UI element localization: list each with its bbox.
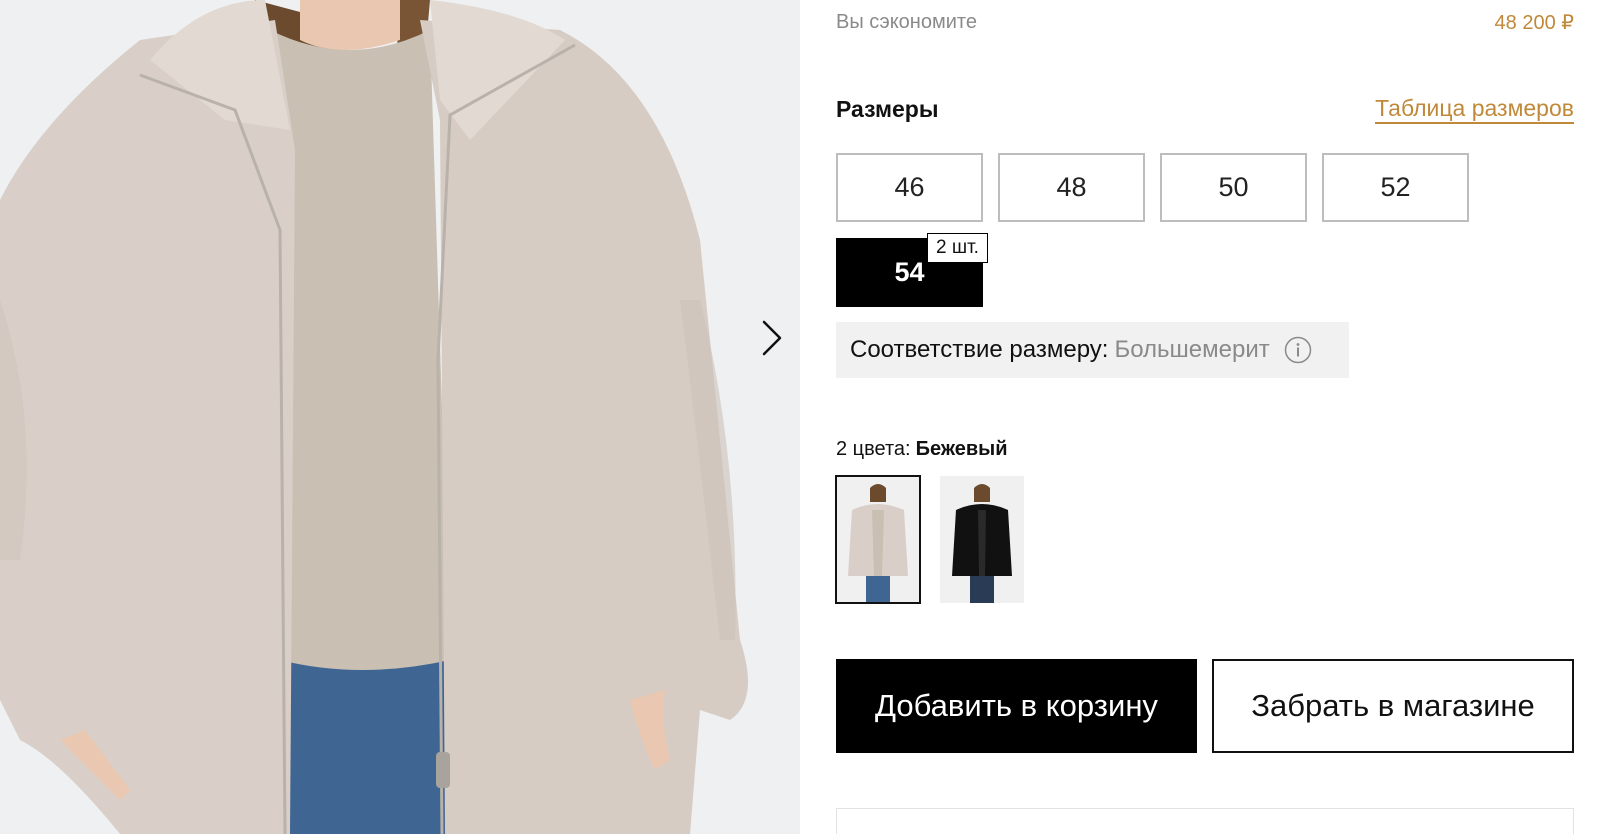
product-gallery — [0, 0, 800, 834]
chevron-right-icon — [762, 320, 782, 356]
next-section-card — [836, 808, 1574, 834]
size-fit-box: Соответствие размеру: Большемерит — [836, 322, 1349, 378]
size-fit-value: Большемерит — [1114, 336, 1270, 363]
color-swatch-beige[interactable] — [835, 475, 921, 604]
product-info-lower: Соответствие размеру: Большемерит 2 цвет… — [835, 0, 1574, 834]
size-fit-label: Соответствие размеру: — [850, 336, 1109, 363]
colors-selected-name: Бежевый — [915, 437, 1008, 460]
gallery-next-button[interactable] — [754, 313, 790, 363]
colors-count: 2 цвета: — [836, 437, 911, 460]
product-photo — [0, 0, 800, 834]
info-icon[interactable] — [1284, 336, 1312, 364]
pickup-in-store-button[interactable]: Забрать в магазине — [1212, 659, 1574, 753]
colors-line: 2 цвета: Бежевый — [836, 436, 1008, 462]
add-to-cart-button[interactable]: Добавить в корзину — [836, 659, 1197, 753]
color-swatch-black[interactable] — [940, 476, 1024, 603]
